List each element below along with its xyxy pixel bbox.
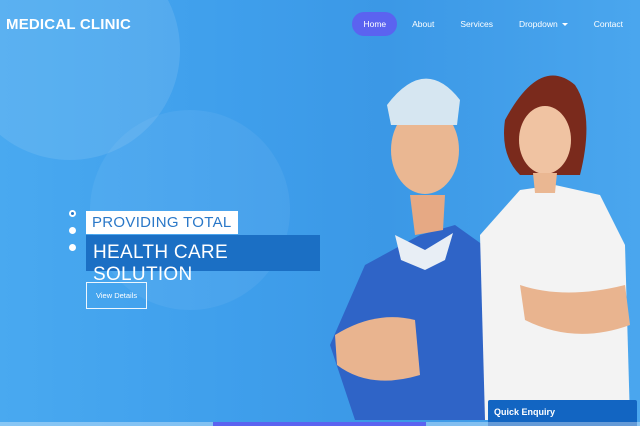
view-details-button[interactable]: View Details <box>86 282 148 309</box>
slider-progress-fill <box>213 422 426 426</box>
slider-dots <box>69 210 76 261</box>
nav-contact[interactable]: Contact <box>583 12 634 36</box>
chevron-down-icon <box>561 23 568 27</box>
female-doctor-figure <box>480 75 630 420</box>
slider-dot-3[interactable] <box>69 244 76 251</box>
hero-banner: MEDICAL CLINIC Home About Services Dropd… <box>0 0 640 426</box>
slider-progress <box>0 422 640 426</box>
doctors-illustration <box>330 75 630 420</box>
male-doctor-figure <box>330 78 495 420</box>
nav-services[interactable]: Services <box>449 12 504 36</box>
brand-logo[interactable]: MEDICAL CLINIC <box>6 16 131 33</box>
hero-headline-2: HEALTH CARE SOLUTION <box>86 235 320 285</box>
hero-headline-1: PROVIDING TOTAL <box>86 211 238 234</box>
nav-about[interactable]: About <box>401 12 445 36</box>
slider-dot-2[interactable] <box>69 227 76 234</box>
slider-dot-1[interactable] <box>69 210 76 217</box>
nav-home[interactable]: Home <box>352 12 398 36</box>
main-nav: Home About Services Dropdown Contact <box>348 12 634 36</box>
nav-dropdown[interactable]: Dropdown <box>508 12 579 36</box>
